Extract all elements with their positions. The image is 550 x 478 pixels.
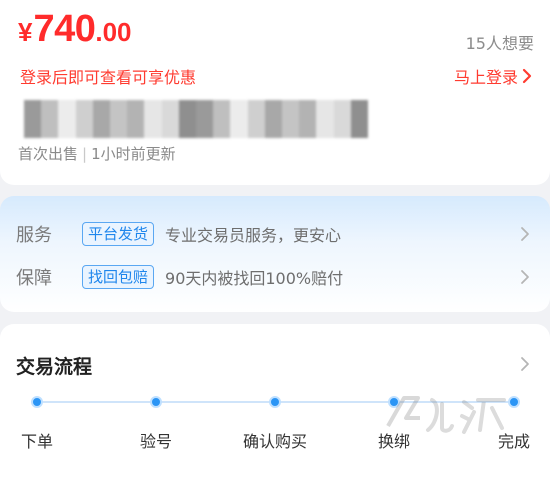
mosaic-cell [350,112,368,126]
mosaic-cell [316,100,334,113]
mosaic-cell [178,125,196,138]
mosaic-cell [144,112,162,126]
chevron-right-icon [522,68,532,84]
mosaic-cell [282,112,300,126]
price-decimal: .00 [95,17,132,47]
mosaic-cell [92,125,110,138]
mosaic-cell [58,100,76,113]
mosaic-cell [247,112,265,126]
mosaic-cell [264,112,282,126]
mosaic-cell [230,100,248,113]
guarantee-row[interactable]: 保障 找回包赔 90天内被找回100%赔付 [16,263,530,291]
price-integer: 740 [33,8,96,50]
step-label: 验号 [139,432,173,451]
mosaic-cell [230,125,248,138]
wants-count: 15人想要 [465,34,534,53]
step-label: 下单 [20,432,54,451]
mosaic-cell [92,112,110,126]
mosaic-cell [75,112,93,126]
separator: | [82,145,88,163]
mosaic-cell [213,100,231,113]
mosaic-cell [75,125,93,138]
mosaic-cell [350,125,368,138]
mosaic-cell [333,125,351,138]
mosaic-cell [247,100,265,113]
price-currency: ¥ [18,17,33,47]
service-card: 服务 平台发货 专业交易员服务，更安心 保障 找回包赔 90天内被找回100%赔… [0,196,550,312]
mosaic-cell [110,112,128,126]
first-sale-label: 首次出售 [18,145,79,163]
step-dot [269,396,281,408]
mosaic-cell [282,125,300,138]
service-text: 专业交易员服务，更安心 [165,226,342,245]
mosaic-cell [161,112,179,126]
mosaic-cell [127,100,145,113]
mosaic-cell [282,100,300,113]
chevron-right-icon [521,227,529,241]
mosaic-cell [41,125,59,138]
mosaic-cell [213,112,231,126]
logo-watermark-icon [380,382,510,442]
price: ¥ 740 .00 [18,8,132,51]
mosaic-cell [161,100,179,113]
listing-info: 首次出售 | 1小时前更新 [18,143,176,164]
mosaic-cell [196,125,214,138]
mosaic-cell [75,100,93,113]
mosaic-cell [110,125,128,138]
mosaic-cell [299,125,317,138]
promo-text: 登录后即可查看可享优惠 [20,68,197,87]
mosaic-cell [213,125,231,138]
mosaic-cell [333,100,351,113]
service-row[interactable]: 服务 平台发货 专业交易员服务，更安心 [16,220,530,248]
mosaic-cell [196,100,214,113]
mosaic-cell [127,112,145,126]
guarantee-label: 保障 [16,268,52,289]
mosaic-cell [264,125,282,138]
step-dot [31,396,43,408]
mosaic-cell [350,100,368,113]
mosaic-cell [333,112,351,126]
mosaic-cell [144,100,162,113]
mosaic-cell [127,125,145,138]
mosaic-cell [58,112,76,126]
guarantee-text: 90天内被找回100%赔付 [165,269,344,288]
mosaic-cell [144,125,162,138]
mosaic-cell [178,112,196,126]
login-label: 马上登录 [453,68,518,87]
mosaic-cell [247,125,265,138]
blurred-title [24,100,368,138]
mosaic-cell [24,125,42,138]
mosaic-cell [24,100,42,113]
mosaic-cell [110,100,128,113]
mosaic-cell [178,100,196,113]
mosaic-cell [299,100,317,113]
mosaic-cell [299,112,317,126]
login-link[interactable]: 马上登录 [454,64,532,88]
service-label: 服务 [16,225,52,246]
guarantee-badge: 找回包赔 [82,265,155,289]
chevron-right-icon[interactable] [520,356,530,372]
process-title: 交易流程 [16,356,93,378]
service-badge: 平台发货 [82,222,155,246]
price-card: ¥ 740 .00 15人想要 登录后即可查看可享优惠 马上登录 首次出售 | 1小… [0,0,550,185]
mosaic-cell [92,100,110,113]
step-dot [150,396,162,408]
mosaic-cell [161,125,179,138]
mosaic-cell [264,100,282,113]
updated-time: 1小时前更新 [91,145,176,163]
mosaic-cell [41,112,59,126]
chevron-right-icon [521,270,529,284]
mosaic-cell [316,125,334,138]
mosaic-cell [316,112,334,126]
mosaic-cell [230,112,248,126]
mosaic-cell [58,125,76,138]
mosaic-cell [41,100,59,113]
mosaic-cell [24,112,42,126]
step-label: 确认购买 [242,432,308,451]
mosaic-cell [196,112,214,126]
